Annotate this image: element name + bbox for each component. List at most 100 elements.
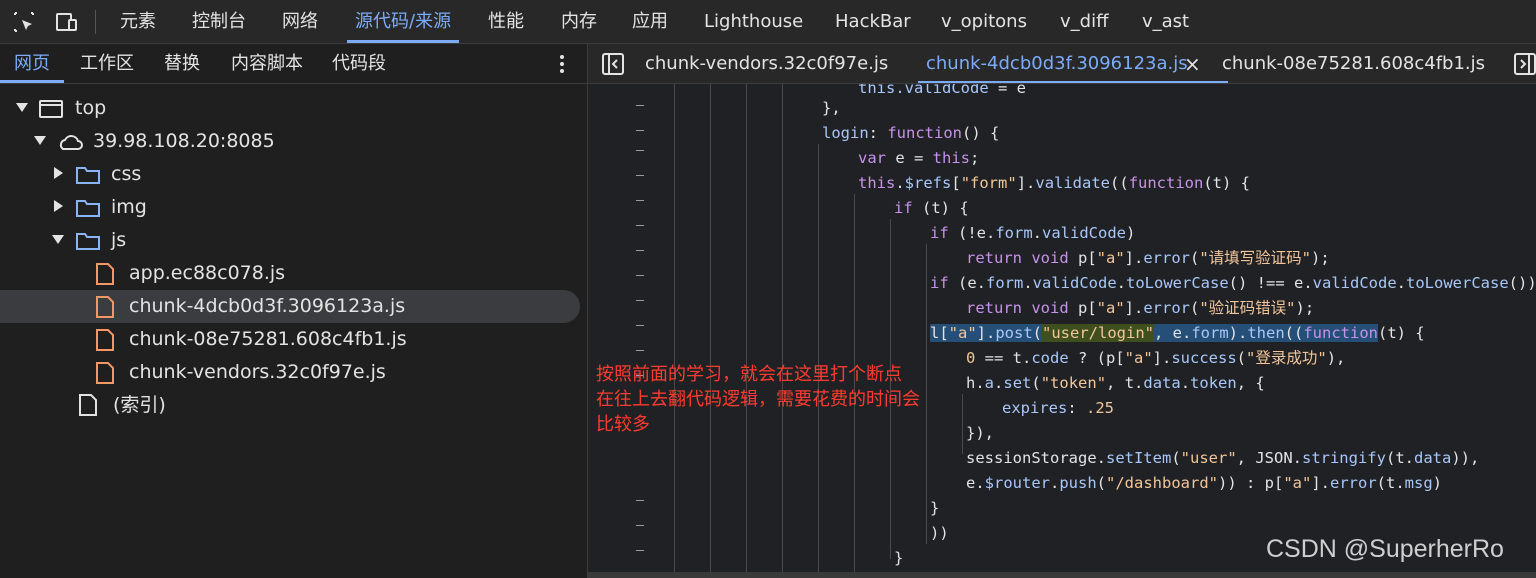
code-line: if (t) { bbox=[894, 199, 969, 217]
cloud-icon bbox=[59, 135, 83, 150]
gutter-marker[interactable] bbox=[636, 175, 644, 176]
gutter-marker[interactable] bbox=[636, 550, 644, 551]
gutter-marker[interactable] bbox=[636, 300, 644, 301]
annotation-line: 在往上去翻代码逻辑，需要花费的时间会 bbox=[596, 389, 920, 410]
code-view[interactable]: this.validCode = e }, login: function() … bbox=[588, 84, 1536, 578]
tree-item-top[interactable]: top bbox=[0, 92, 580, 125]
toggle-debugger-icon[interactable] bbox=[1514, 53, 1536, 75]
tree-item-label: chunk-4dcb0d3f.3096123a.js bbox=[129, 295, 406, 317]
code-line-highlighted: l["a"].post("user/login", e.form).then((… bbox=[930, 324, 1425, 342]
horizontal-scrollbar[interactable] bbox=[588, 572, 1536, 578]
indent-guide bbox=[746, 84, 747, 578]
folder-icon bbox=[76, 200, 100, 217]
tree-item-css[interactable]: css bbox=[0, 158, 580, 191]
tree-item-label: 39.98.108.20:8085 bbox=[93, 130, 275, 152]
tree-item-label: (索引) bbox=[113, 394, 166, 416]
gutter-marker[interactable] bbox=[636, 275, 644, 276]
nav-tab-snippets[interactable]: 代码段 bbox=[332, 44, 386, 83]
tab-v-diff[interactable]: v_diff bbox=[1060, 0, 1108, 43]
folder-icon bbox=[76, 233, 100, 250]
sources-navigator: 网页 工作区 替换 内容脚本 代码段 top 39.98.108.20:8085… bbox=[0, 44, 588, 578]
gutter-marker[interactable] bbox=[636, 525, 644, 526]
code-line: if (!e.form.validCode) bbox=[930, 224, 1136, 242]
code-line: this.$refs["form"].validate((function(t)… bbox=[858, 174, 1251, 192]
tree-item-label: chunk-vendors.32c0f97e.js bbox=[129, 361, 386, 383]
indent-guide bbox=[818, 144, 819, 578]
folder-icon bbox=[76, 167, 100, 184]
gutter-marker[interactable] bbox=[636, 200, 644, 201]
collapsed-arrow-icon[interactable] bbox=[54, 167, 63, 179]
indent-guide bbox=[710, 84, 711, 578]
tree-item-label: img bbox=[111, 196, 147, 218]
code-line: )) bbox=[930, 524, 949, 542]
code-line: return void p["a"].error("验证码错误"); bbox=[966, 299, 1315, 317]
source-editor: chunk-vendors.32c0f97e.js chunk-4dcb0d3f… bbox=[588, 44, 1536, 578]
editor-tabs: chunk-vendors.32c0f97e.js chunk-4dcb0d3f… bbox=[588, 44, 1536, 84]
gutter-marker[interactable] bbox=[636, 130, 644, 131]
tree-item-index[interactable]: (索引) bbox=[0, 389, 580, 422]
gutter-marker[interactable] bbox=[636, 225, 644, 226]
gutter-marker[interactable] bbox=[636, 250, 644, 251]
gutter-marker[interactable] bbox=[636, 105, 644, 106]
annotation-note: 按照前面的学习，就会在这里打个断点 在往上去翻代码逻辑，需要花费的时间会 比较多 bbox=[596, 362, 986, 437]
editor-tab[interactable]: chunk-08e75281.608c4fb1.js bbox=[1222, 44, 1485, 83]
gutter-marker[interactable] bbox=[636, 150, 644, 151]
code-line: expires: .25 bbox=[1002, 399, 1114, 417]
tree-item-label: app.ec88c078.js bbox=[129, 262, 286, 284]
tab-sources[interactable]: 源代码/来源 bbox=[346, 0, 460, 43]
tree-item-img[interactable]: img bbox=[0, 191, 580, 224]
expand-arrow-icon[interactable] bbox=[34, 136, 46, 145]
js-file-icon bbox=[96, 362, 114, 384]
document-icon bbox=[79, 394, 97, 416]
inspect-element-icon[interactable] bbox=[12, 10, 36, 34]
collapsed-arrow-icon[interactable] bbox=[54, 200, 63, 212]
tab-hackbar[interactable]: HackBar bbox=[835, 0, 911, 43]
nav-tab-content-scripts[interactable]: 内容脚本 bbox=[231, 44, 303, 83]
tab-network[interactable]: 网络 bbox=[282, 0, 318, 43]
code-line: } bbox=[894, 549, 904, 567]
tab-v-opitons[interactable]: v_opitons bbox=[941, 0, 1027, 43]
tree-item-file[interactable]: chunk-08e75281.608c4fb1.js bbox=[0, 323, 580, 356]
editor-tab[interactable]: chunk-vendors.32c0f97e.js bbox=[645, 44, 888, 83]
toggle-navigator-icon[interactable] bbox=[602, 53, 624, 75]
nav-tab-workspace[interactable]: 工作区 bbox=[80, 44, 134, 83]
tree-item-label: top bbox=[75, 97, 107, 119]
tree-item-file[interactable]: chunk-vendors.32c0f97e.js bbox=[0, 356, 580, 389]
gutter-marker[interactable] bbox=[636, 500, 644, 501]
editor-tab-active[interactable]: chunk-4dcb0d3f.3096123a.js bbox=[918, 44, 1228, 83]
device-toolbar-icon[interactable] bbox=[54, 10, 78, 34]
close-tab-icon[interactable]: × bbox=[1184, 52, 1201, 76]
more-options-icon[interactable] bbox=[552, 52, 572, 76]
nav-tab-page[interactable]: 网页 bbox=[0, 44, 64, 83]
gutter-marker[interactable] bbox=[636, 350, 644, 351]
tab-performance[interactable]: 性能 bbox=[488, 0, 524, 43]
tab-console[interactable]: 控制台 bbox=[192, 0, 246, 43]
tab-v-ast[interactable]: v_ast bbox=[1142, 0, 1189, 43]
code-line: login: function() { bbox=[822, 124, 1000, 142]
gutter-marker[interactable] bbox=[636, 325, 644, 326]
tree-item-label: js bbox=[111, 229, 127, 251]
tab-application[interactable]: 应用 bbox=[632, 0, 668, 43]
tree-item-file-selected[interactable]: chunk-4dcb0d3f.3096123a.js bbox=[0, 290, 580, 323]
indent-guide bbox=[782, 84, 783, 578]
js-file-icon bbox=[96, 296, 114, 318]
js-file-icon bbox=[96, 329, 114, 351]
tab-elements[interactable]: 元素 bbox=[120, 0, 156, 43]
expand-arrow-icon[interactable] bbox=[16, 103, 28, 112]
tab-memory[interactable]: 内存 bbox=[561, 0, 597, 43]
code-line: } bbox=[930, 499, 940, 517]
nav-tab-overrides[interactable]: 替换 bbox=[164, 44, 200, 83]
code-line: if (e.form.validCode.toLowerCase() !== e… bbox=[930, 274, 1536, 292]
tree-item-host[interactable]: 39.98.108.20:8085 bbox=[0, 125, 580, 158]
watermark: CSDN @SuperherRo bbox=[1266, 535, 1504, 563]
expand-arrow-icon[interactable] bbox=[52, 235, 64, 244]
code-line: var e = this; bbox=[858, 149, 980, 167]
devtools-panel-bar: 元素 控制台 网络 源代码/来源 性能 内存 应用 Lighthouse Hac… bbox=[0, 0, 1536, 44]
tree-item-js[interactable]: js bbox=[0, 224, 580, 257]
code-line: this.validCode = e bbox=[858, 84, 1026, 97]
code-line: sessionStorage.setItem("user", JSON.stri… bbox=[966, 449, 1480, 467]
code-line: }, bbox=[822, 99, 841, 117]
tree-item-file[interactable]: app.ec88c078.js bbox=[0, 257, 580, 290]
tab-lighthouse[interactable]: Lighthouse bbox=[704, 0, 803, 43]
frame-icon bbox=[39, 100, 63, 118]
